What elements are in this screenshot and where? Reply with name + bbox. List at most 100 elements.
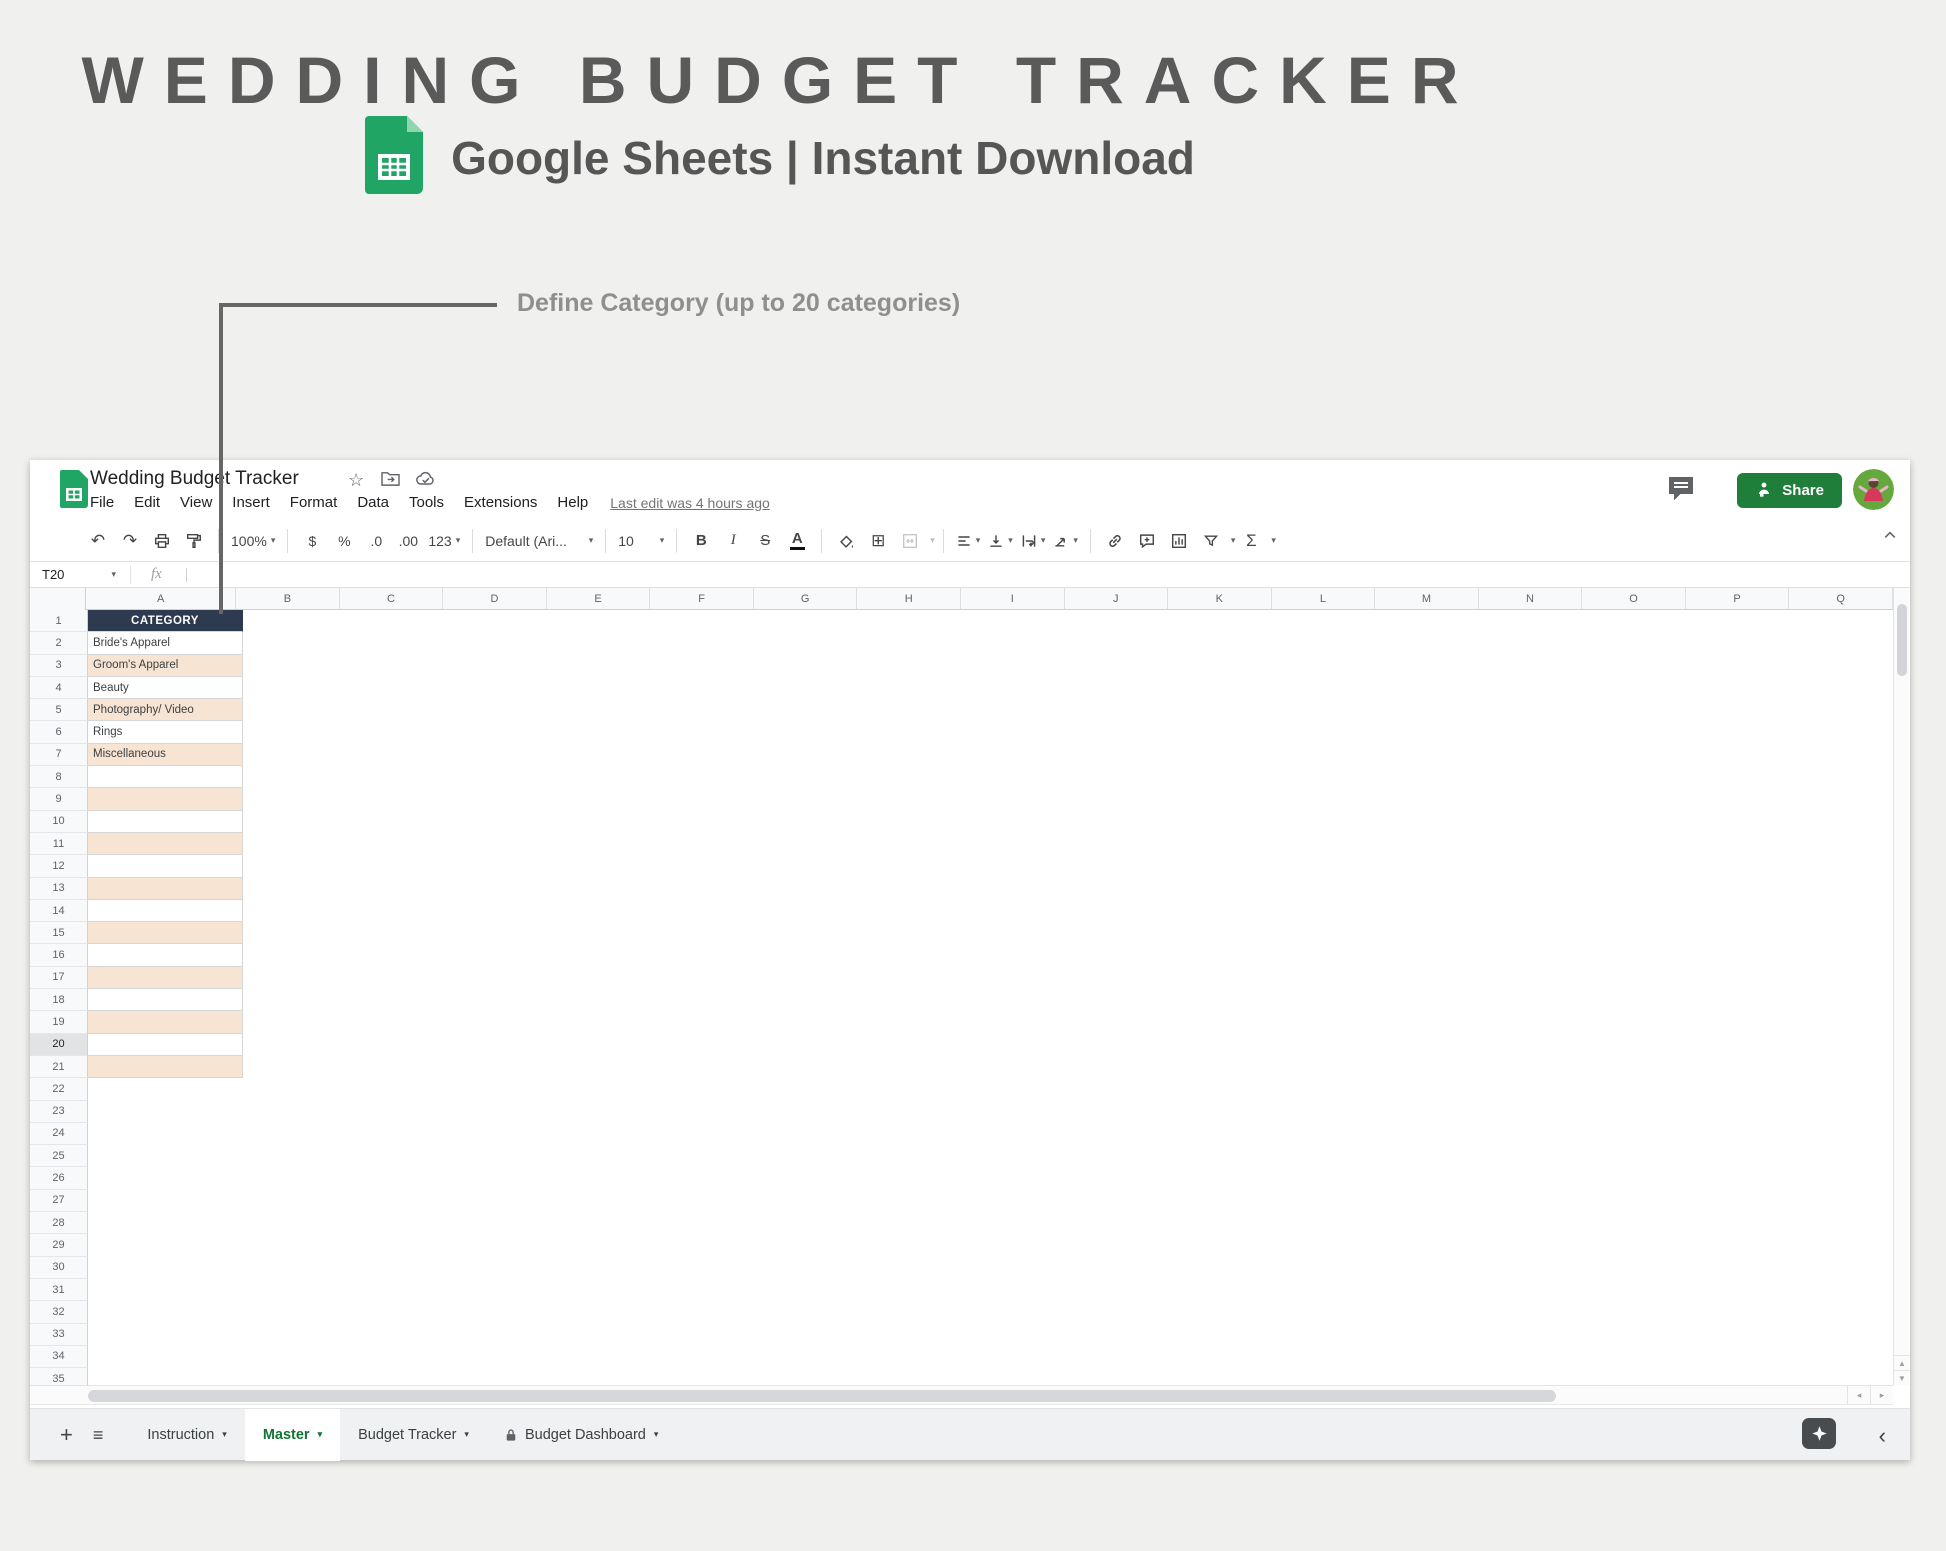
row-header-6[interactable]: 6	[30, 721, 88, 743]
cell-A19[interactable]	[88, 1011, 243, 1033]
row-header-5[interactable]: 5	[30, 699, 88, 721]
cell-A18[interactable]	[88, 989, 243, 1011]
row-header-21[interactable]: 21	[30, 1056, 88, 1078]
add-sheet-icon[interactable]: +	[60, 1424, 73, 1446]
create-filter-icon[interactable]	[1199, 527, 1223, 555]
horizontal-scrollbar[interactable]: ◂ ▸	[30, 1385, 1893, 1405]
cell-A17[interactable]	[88, 967, 243, 989]
column-header-B[interactable]: B	[236, 588, 340, 609]
column-header-K[interactable]: K	[1168, 588, 1272, 609]
all-sheets-icon[interactable]: ≡	[93, 1426, 104, 1444]
number-format-dropdown[interactable]: 123▾	[428, 527, 460, 555]
column-header-I[interactable]: I	[961, 588, 1065, 609]
column-header-C[interactable]: C	[340, 588, 444, 609]
column-header-M[interactable]: M	[1375, 588, 1479, 609]
fill-color-icon[interactable]	[834, 527, 858, 555]
user-avatar[interactable]	[1853, 469, 1894, 510]
row-header-12[interactable]: 12	[30, 855, 88, 877]
row-header-8[interactable]: 8	[30, 766, 88, 788]
vertical-scrollbar-thumb[interactable]	[1897, 604, 1907, 676]
strikethrough-button[interactable]: S	[753, 527, 777, 555]
merge-cells-icon[interactable]	[898, 527, 922, 555]
row-header-16[interactable]: 16	[30, 944, 88, 966]
font-size-dropdown[interactable]: 10▾	[618, 527, 664, 555]
row-header-30[interactable]: 30	[30, 1257, 88, 1279]
sheet-tab-budget-dashboard[interactable]: Budget Dashboard▾	[487, 1409, 676, 1461]
format-percent-button[interactable]: %	[332, 527, 356, 555]
cell-A12[interactable]	[88, 855, 243, 877]
text-color-button[interactable]: A	[790, 531, 805, 551]
collapse-panel-icon[interactable]: ‹	[1879, 1425, 1886, 1447]
row-header-4[interactable]: 4	[30, 677, 88, 699]
row-header-14[interactable]: 14	[30, 900, 88, 922]
row-header-31[interactable]: 31	[30, 1279, 88, 1301]
menu-format[interactable]: Format	[280, 494, 348, 511]
comment-history-icon[interactable]	[1668, 476, 1694, 505]
name-box[interactable]: T20▾	[30, 567, 122, 582]
share-button[interactable]: Share	[1737, 473, 1842, 508]
text-wrap-dropdown[interactable]: ▾	[1021, 527, 1046, 555]
row-header-7[interactable]: 7	[30, 744, 88, 766]
row-header-34[interactable]: 34	[30, 1346, 88, 1368]
row-header-11[interactable]: 11	[30, 833, 88, 855]
row-header-17[interactable]: 17	[30, 967, 88, 989]
scroll-left-icon[interactable]: ◂	[1847, 1386, 1870, 1404]
document-title[interactable]: Wedding Budget Tracker	[90, 468, 299, 490]
column-header-Q[interactable]: Q	[1789, 588, 1893, 609]
row-header-23[interactable]: 23	[30, 1101, 88, 1123]
move-folder-icon[interactable]	[381, 470, 400, 492]
column-header-A[interactable]: A	[86, 588, 236, 609]
cell-A13[interactable]	[88, 878, 243, 900]
cell-A14[interactable]	[88, 900, 243, 922]
italic-button[interactable]: I	[721, 527, 745, 555]
cell-A5[interactable]: Photography/ Video	[88, 699, 243, 721]
collapse-toolbar-icon[interactable]	[1882, 528, 1898, 547]
sheet-tab-menu-icon[interactable]: ▾	[654, 1429, 659, 1440]
row-header-28[interactable]: 28	[30, 1212, 88, 1234]
column-header-H[interactable]: H	[857, 588, 961, 609]
row-header-29[interactable]: 29	[30, 1234, 88, 1256]
column-header-P[interactable]: P	[1686, 588, 1790, 609]
menu-edit[interactable]: Edit	[124, 494, 170, 511]
row-header-9[interactable]: 9	[30, 788, 88, 810]
explore-button[interactable]	[1802, 1418, 1836, 1449]
scroll-up-icon[interactable]: ▲	[1894, 1355, 1910, 1370]
cell-A9[interactable]	[88, 788, 243, 810]
cell-A6[interactable]: Rings	[88, 721, 243, 743]
cell-A3[interactable]: Groom's Apparel	[88, 655, 243, 677]
functions-icon[interactable]: Σ	[1239, 527, 1263, 555]
sheet-tab-budget-tracker[interactable]: Budget Tracker▾	[340, 1409, 487, 1461]
insert-link-icon[interactable]	[1103, 527, 1127, 555]
row-header-3[interactable]: 3	[30, 655, 88, 677]
zoom-dropdown[interactable]: 100%▾	[231, 527, 275, 555]
cell-A7[interactable]: Miscellaneous	[88, 744, 243, 766]
column-header-F[interactable]: F	[650, 588, 754, 609]
insert-chart-icon[interactable]	[1167, 527, 1191, 555]
undo-icon[interactable]: ↶	[86, 527, 110, 555]
menu-extensions[interactable]: Extensions	[454, 494, 547, 511]
cell-A16[interactable]	[88, 944, 243, 966]
sheet-tab-menu-icon[interactable]: ▾	[318, 1429, 323, 1440]
cell-A21[interactable]	[88, 1056, 243, 1078]
select-all-corner[interactable]	[30, 588, 86, 610]
last-edit-link[interactable]: Last edit was 4 hours ago	[610, 495, 770, 511]
row-header-26[interactable]: 26	[30, 1167, 88, 1189]
row-header-19[interactable]: 19	[30, 1011, 88, 1033]
menu-view[interactable]: View	[170, 494, 222, 511]
font-family-dropdown[interactable]: Default (Ari...▾	[485, 527, 593, 555]
row-header-22[interactable]: 22	[30, 1078, 88, 1100]
borders-icon[interactable]: ⊞	[866, 527, 890, 555]
column-header-L[interactable]: L	[1272, 588, 1376, 609]
row-header-25[interactable]: 25	[30, 1145, 88, 1167]
menu-help[interactable]: Help	[547, 494, 598, 511]
scroll-right-icon[interactable]: ▸	[1870, 1386, 1893, 1404]
column-header-G[interactable]: G	[754, 588, 858, 609]
cell-A20[interactable]	[88, 1034, 243, 1056]
sheet-tab-instruction[interactable]: Instruction▾	[129, 1409, 244, 1461]
row-header-15[interactable]: 15	[30, 922, 88, 944]
row-header-13[interactable]: 13	[30, 878, 88, 900]
scroll-down-icon[interactable]: ▼	[1894, 1370, 1910, 1385]
star-icon[interactable]: ☆	[348, 470, 364, 491]
formula-input[interactable]	[186, 568, 187, 582]
column-header-D[interactable]: D	[443, 588, 547, 609]
